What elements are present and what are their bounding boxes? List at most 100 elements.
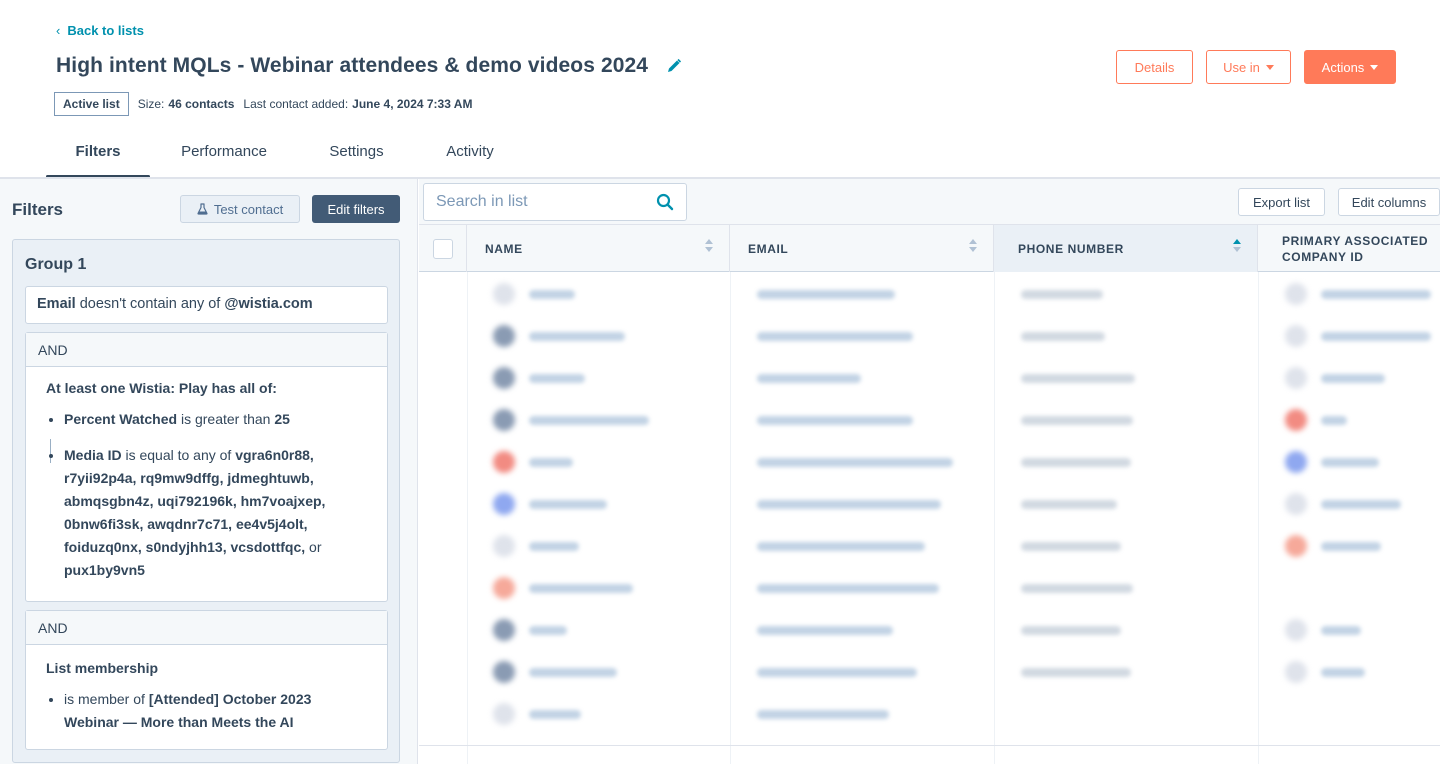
use-in-button[interactable]: Use in: [1206, 50, 1291, 84]
table-row[interactable]: [419, 567, 1440, 609]
chevron-left-icon: ‹: [56, 23, 61, 38]
filter-condition-email[interactable]: Email doesn't contain any of @wistia.com: [25, 286, 388, 324]
rule-value-line1: [Attended] October 2023: [148, 691, 312, 707]
column-header-company-id[interactable]: PRIMARY ASSOCIATED COMPANY ID: [1258, 225, 1440, 272]
contact-email-cell[interactable]: [757, 399, 913, 441]
table-row[interactable]: [419, 273, 1440, 315]
redacted-name: [529, 415, 649, 425]
column-header-name[interactable]: NAME: [467, 225, 730, 272]
contact-name-cell[interactable]: [493, 357, 585, 399]
details-button[interactable]: Details: [1116, 50, 1193, 84]
tab-activity[interactable]: Activity: [415, 138, 525, 178]
contact-email-cell[interactable]: [757, 609, 893, 651]
filter-group: Group 1 Email doesn't contain any of @wi…: [12, 239, 400, 763]
use-in-label: Use in: [1223, 59, 1260, 75]
redacted-email: [757, 709, 889, 719]
sort-ascending-icon[interactable]: [1233, 239, 1241, 252]
contact-name-cell[interactable]: [493, 609, 567, 651]
edit-columns-button[interactable]: Edit columns: [1338, 188, 1440, 216]
contact-email-cell[interactable]: [757, 273, 895, 315]
media-ids-line4: 0bnw6fi3sk, awqdnr7c71, ee4v5j4olt,: [64, 516, 308, 532]
redacted-phone: [1021, 625, 1121, 635]
contact-name-cell[interactable]: [493, 567, 633, 609]
sort-icon[interactable]: [705, 239, 713, 252]
column-label: PHONE NUMBER: [1018, 241, 1124, 256]
filter-condition-wistia[interactable]: AND At least one Wistia: Play has all of…: [25, 332, 388, 602]
contact-name-cell[interactable]: [493, 441, 573, 483]
table-bottom-border: [419, 745, 1440, 746]
contact-name-cell[interactable]: [493, 483, 607, 525]
contact-email-cell[interactable]: [757, 525, 925, 567]
redacted-phone: [1021, 499, 1117, 509]
caret-down-icon: [1265, 64, 1274, 70]
company-id-cell[interactable]: [1285, 441, 1379, 483]
company-id-cell[interactable]: [1285, 609, 1361, 651]
select-all-checkbox[interactable]: [433, 238, 453, 259]
table-row[interactable]: [419, 441, 1440, 483]
contact-email-cell[interactable]: [757, 441, 953, 483]
contact-email-cell[interactable]: [757, 693, 889, 735]
table-row[interactable]: [419, 693, 1440, 735]
contact-email-cell[interactable]: [757, 567, 939, 609]
tab-settings[interactable]: Settings: [298, 138, 415, 178]
table-row[interactable]: [419, 315, 1440, 357]
table-row[interactable]: [419, 609, 1440, 651]
company-id-cell[interactable]: [1285, 483, 1401, 525]
contact-name-cell[interactable]: [493, 525, 579, 567]
tab-performance[interactable]: Performance: [150, 138, 298, 178]
company-id-cell[interactable]: [1285, 315, 1431, 357]
contact-name-cell[interactable]: [493, 651, 617, 693]
media-ids-line1: vgra6n0r88,: [235, 447, 314, 463]
company-id-cell[interactable]: [1285, 399, 1347, 441]
contact-name-cell[interactable]: [493, 693, 581, 735]
avatar: [493, 367, 515, 389]
company-logo: [1285, 619, 1307, 641]
contact-email-cell[interactable]: [757, 357, 861, 399]
back-to-lists-label: Back to lists: [67, 23, 144, 38]
condition-field: Email: [37, 296, 76, 312]
company-id-cell[interactable]: [1285, 651, 1365, 693]
contact-name-cell[interactable]: [493, 399, 649, 441]
table-row[interactable]: [419, 651, 1440, 693]
search-input[interactable]: [436, 193, 656, 211]
company-id-cell[interactable]: [1285, 273, 1431, 315]
table-row[interactable]: [419, 399, 1440, 441]
table-row[interactable]: [419, 357, 1440, 399]
pencil-icon[interactable]: [666, 58, 682, 74]
column-header-email[interactable]: EMAIL: [730, 225, 994, 272]
search-icon[interactable]: [656, 193, 674, 211]
contact-name-cell[interactable]: [493, 315, 625, 357]
edit-filters-button[interactable]: Edit filters: [312, 195, 400, 223]
redacted-phone: [1021, 457, 1131, 467]
tab-filters[interactable]: Filters: [46, 138, 150, 178]
redacted-company: [1321, 667, 1365, 677]
search-box[interactable]: [423, 183, 687, 221]
company-logo: [1285, 493, 1307, 515]
redacted-company: [1321, 457, 1379, 467]
redacted-company: [1321, 331, 1431, 341]
redacted-phone: [1021, 289, 1103, 299]
filter-condition-list-membership[interactable]: AND List membership is member of [Attend…: [25, 610, 388, 750]
company-id-cell[interactable]: [1285, 525, 1381, 567]
test-contact-button[interactable]: Test contact: [180, 195, 300, 223]
column-header-phone[interactable]: PHONE NUMBER: [994, 225, 1258, 272]
column-label: NAME: [485, 241, 523, 256]
test-contact-label: Test contact: [213, 201, 284, 217]
size-label: Size:: [137, 97, 165, 111]
actions-button[interactable]: Actions: [1304, 50, 1396, 84]
redacted-name: [529, 373, 585, 383]
back-to-lists-link[interactable]: ‹ Back to lists: [56, 23, 144, 38]
export-list-button[interactable]: Export list: [1238, 188, 1325, 216]
contact-email-cell[interactable]: [757, 315, 913, 357]
table-row[interactable]: [419, 483, 1440, 525]
sort-icon[interactable]: [969, 239, 977, 252]
filters-panel: Filters Test contact Edit filters Group …: [0, 179, 418, 764]
contact-email-cell[interactable]: [757, 651, 917, 693]
redacted-email: [757, 331, 913, 341]
contact-name-cell[interactable]: [493, 273, 575, 315]
table-row[interactable]: [419, 525, 1440, 567]
redacted-name: [529, 667, 617, 677]
contact-email-cell[interactable]: [757, 483, 941, 525]
company-id-cell[interactable]: [1285, 357, 1385, 399]
redacted-phone: [1021, 331, 1105, 341]
